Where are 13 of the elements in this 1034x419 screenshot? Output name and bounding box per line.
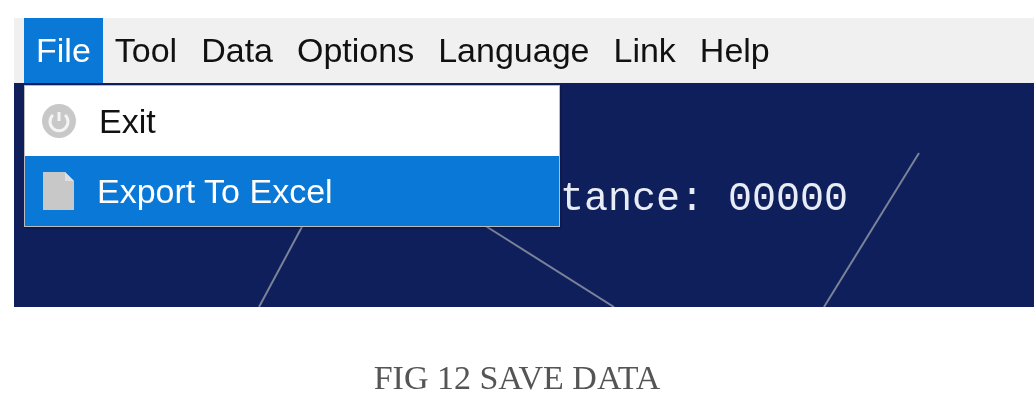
menu-item[interactable]: Language [426, 18, 602, 83]
menu-item[interactable]: Help [687, 18, 782, 83]
menu-item[interactable]: File [24, 18, 103, 83]
menu-item[interactable]: Tool [102, 18, 190, 83]
distance-readout: tance: 00000 [560, 177, 849, 222]
menu-option[interactable]: Exit [25, 86, 559, 156]
menu-option[interactable]: Export To Excel [25, 156, 559, 226]
file-icon [41, 171, 75, 211]
power-icon [41, 103, 77, 139]
menu-item[interactable]: Link [601, 18, 688, 83]
figure-caption: FIG 12 SAVE DATA [372, 359, 662, 397]
menu-item[interactable]: Options [285, 18, 427, 83]
menu-item[interactable]: Data [189, 18, 285, 83]
